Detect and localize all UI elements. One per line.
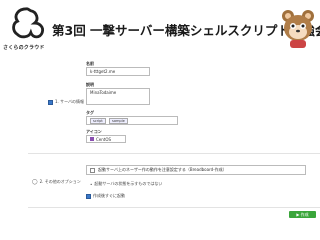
section2-label: ◯ 2. その他のオプション: [32, 179, 81, 185]
option2-text: 起動サーバの状態を示すものではない: [94, 181, 163, 186]
option3-text: 作成後すぐに起動: [93, 193, 125, 198]
section1-checkbox-icon: [48, 99, 53, 105]
icon-select-value: CentOS: [96, 136, 112, 142]
icon-select[interactable]: CentOS: [86, 135, 126, 143]
name-input[interactable]: k-tttget2.me: [86, 67, 150, 76]
create-button[interactable]: ▶ 作成: [289, 211, 316, 218]
tag-input[interactable]: script sample: [86, 116, 178, 125]
option2-row: • 起動サーバの状態を示すものではない: [90, 181, 162, 187]
play-icon: ▶: [296, 212, 300, 217]
section1-label: 1. サーバの情報: [48, 99, 84, 105]
create-button-label: 作成: [300, 212, 309, 217]
tag-chip[interactable]: sample: [109, 118, 128, 124]
section2-text: 2. その他のオプション: [39, 179, 81, 184]
section1-text: 1. サーバの情報: [55, 99, 85, 104]
centos-icon: [90, 137, 94, 141]
logo-text: さくらのクラウド: [3, 45, 45, 51]
option1-text: 起動サーバ上のネーザー作の動作を注意設定する（Breadboard-作成）: [98, 167, 227, 172]
option1-row[interactable]: 起動サーバ上のネーザー作の動作を注意設定する（Breadboard-作成）: [86, 165, 306, 175]
info-icon: •: [90, 181, 93, 187]
header: さくらのクラウド 第3回 一撃サーバー構築シェルスクリプト勉強会: [0, 0, 320, 58]
option3-checkbox[interactable]: [86, 193, 91, 199]
divider: [28, 153, 320, 154]
divider: [28, 207, 320, 208]
description-textarea[interactable]: MinaTodaime: [86, 88, 150, 105]
option3-row[interactable]: 作成後すぐに起動: [86, 193, 125, 199]
option1-checkbox[interactable]: [90, 167, 95, 173]
sakura-cloud-logo-icon: [12, 7, 45, 39]
section2-bullet-icon: ◯: [32, 179, 38, 185]
mascot-character-icon: [282, 10, 314, 48]
tag-chip[interactable]: script: [90, 118, 106, 124]
